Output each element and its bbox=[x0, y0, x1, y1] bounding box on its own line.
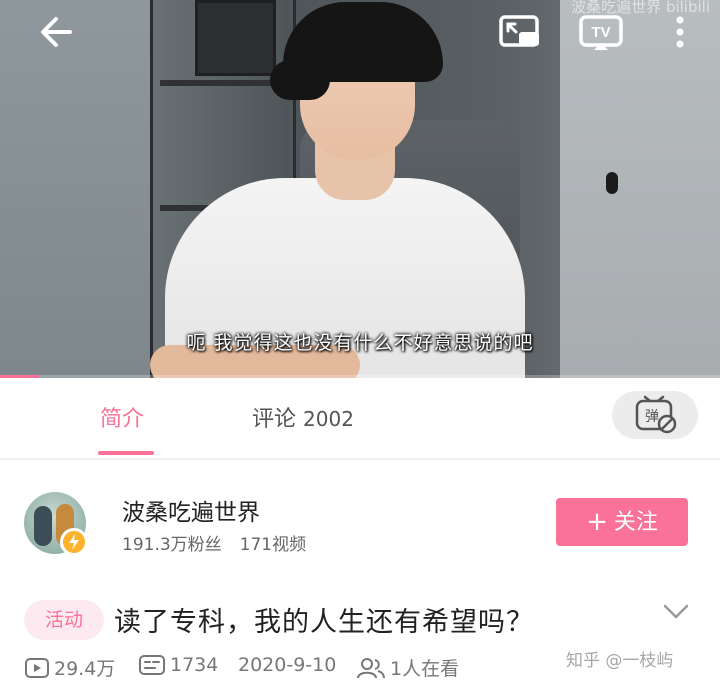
uploader-name[interactable]: 波桑吃遍世界 bbox=[122, 493, 260, 527]
tab-comments-label: 评论 bbox=[252, 407, 297, 432]
follow-button[interactable]: + 关注 bbox=[556, 498, 688, 546]
scene-door-knob bbox=[606, 172, 618, 194]
danmaku-toggle-button[interactable]: 弹 bbox=[612, 391, 698, 439]
follower-count: 191.3万粉丝 bbox=[122, 535, 222, 555]
publish-date: 2020-9-10 bbox=[238, 654, 337, 676]
watching-count-value: 1人在看 bbox=[390, 658, 460, 680]
people-icon bbox=[357, 657, 385, 678]
danmaku-count-value: 1734 bbox=[170, 654, 219, 676]
video-subtitle: 呃 我觉得这也没有什么不好意思说的吧 bbox=[186, 332, 534, 354]
uploader-stats: 191.3万粉丝 171视频 bbox=[122, 530, 306, 555]
tab-comments[interactable]: 评论 2002 bbox=[252, 401, 354, 433]
tv-cast-icon[interactable]: TV bbox=[578, 12, 624, 52]
video-count: 171视频 bbox=[239, 535, 307, 555]
tab-bar: 简介 评论 2002 弹 bbox=[0, 379, 720, 459]
avatar-figure bbox=[34, 506, 52, 546]
view-count: 29.4万 bbox=[24, 654, 115, 681]
section-divider bbox=[0, 458, 720, 460]
tv-label: TV bbox=[591, 24, 610, 41]
watching-count: 1人在看 bbox=[356, 654, 459, 681]
picture-in-picture-icon[interactable] bbox=[498, 12, 542, 52]
scene-door bbox=[560, 0, 720, 378]
scene-picture-frame bbox=[195, 0, 276, 76]
progress-bar[interactable] bbox=[0, 375, 720, 378]
verified-badge-icon bbox=[60, 528, 88, 556]
progress-bar-fill bbox=[0, 375, 40, 378]
danmaku-count-icon bbox=[139, 655, 165, 675]
danmaku-toggle-text: 弹 bbox=[645, 409, 659, 425]
danmaku-toggle-icon: 弹 bbox=[635, 395, 677, 434]
danmaku-count: 1734 bbox=[138, 654, 218, 676]
scene-background bbox=[0, 0, 150, 378]
more-vertical-icon[interactable] bbox=[666, 12, 694, 52]
back-arrow-icon[interactable] bbox=[36, 12, 76, 52]
video-title: 读了专科，我的人生还有希望吗？ bbox=[114, 607, 534, 638]
plus-icon: + bbox=[586, 507, 608, 537]
tab-comments-count: 2002 bbox=[303, 407, 354, 431]
video-player[interactable]: 波桑吃遍世界 bilibili 呃 我觉得这也没有什么不好意思说的吧 TV bbox=[0, 0, 720, 378]
source-watermark: 知乎 @一枝屿 bbox=[566, 651, 674, 671]
view-count-value: 29.4万 bbox=[54, 658, 116, 680]
activity-badge[interactable]: 活动 bbox=[24, 600, 104, 640]
play-count-icon bbox=[25, 657, 49, 678]
follow-label: 关注 bbox=[613, 510, 658, 535]
tab-active-indicator bbox=[98, 451, 154, 455]
tab-intro[interactable]: 简介 bbox=[100, 401, 144, 433]
scene-hat bbox=[283, 2, 443, 82]
chevron-down-icon[interactable] bbox=[660, 598, 692, 626]
